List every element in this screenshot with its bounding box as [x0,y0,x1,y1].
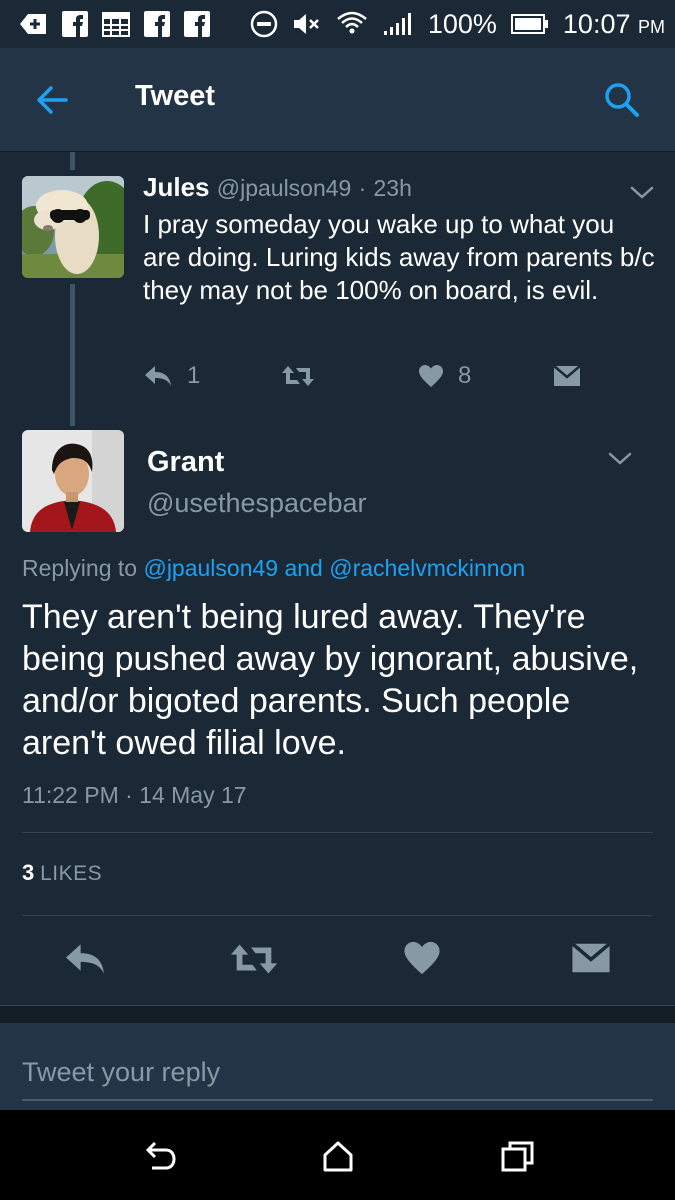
retweet-icon [282,366,314,386]
mention-link[interactable]: @rachelvmckinnon [329,555,525,581]
section-separator [0,1005,675,1023]
arrow-left-icon [37,86,68,114]
reply-count: 1 [187,362,201,389]
author-name[interactable]: Grant [147,446,224,479]
like-action[interactable]: 8 [418,360,471,392]
reply-tweet-header: Jules @jpaulson49 · 23h [143,172,412,203]
clock: 10:07 PM [562,8,665,39]
battery-icon [510,13,549,35]
divider [22,832,653,833]
calendar-icon [102,11,130,37]
do-not-disturb-icon [250,10,278,38]
divider [22,915,653,916]
reply-composer [0,1023,675,1110]
author-handle[interactable]: @jpaulson49 [217,175,352,201]
retweet-icon [230,944,278,974]
system-nav-bar [0,1110,675,1200]
tweet-menu-button[interactable] [606,448,634,468]
nav-home-button[interactable] [318,1138,358,1174]
facebook-icon [144,11,170,37]
retweet-action[interactable] [280,360,316,392]
likes-count: 3 [22,860,35,885]
envelope-icon [571,942,611,973]
search-icon [605,83,639,117]
system-icons: 100% 10:07 PM [250,9,665,40]
dm-action[interactable] [553,360,581,392]
profile-photo-image [22,430,124,532]
likes-label: LIKES [40,862,103,885]
tweet-time: 23h [373,175,412,201]
tweet-text: I pray someday you wake up to what you a… [143,209,655,305]
thread-line-bottom [70,284,75,426]
back-button[interactable] [32,80,72,120]
page-title: Tweet [135,80,216,112]
retweet-button[interactable] [228,940,280,983]
tweet-action-bar [0,940,675,984]
nav-recents-button[interactable] [498,1138,538,1174]
like-button[interactable] [403,940,441,981]
chevron-down-icon [608,452,632,465]
replying-prefix: Replying to [22,555,138,581]
reply-icon [145,366,171,386]
tweet-text: They aren't being lured away. They're be… [22,598,639,762]
tweet-menu-button[interactable] [628,182,656,202]
dm-button[interactable] [571,940,611,981]
mention-link[interactable]: @jpaulson49 [143,555,278,581]
app-header: Tweet [0,48,675,152]
recents-icon [501,1141,534,1172]
status-bar: 100% 10:07 PM [0,0,675,48]
reply-action[interactable]: 1 [143,360,200,392]
add-notification-icon [18,11,48,37]
avatar[interactable] [22,176,124,278]
facebook-icon [184,11,210,37]
back-icon [145,1141,176,1170]
like-count: 8 [458,362,472,389]
separator: · [358,175,367,201]
reply-icon [66,944,104,974]
heart-icon [404,941,440,975]
reply-input[interactable] [22,1045,653,1101]
tweet-timestamp: 11:22 PM · 14 May 17 [22,782,247,808]
author-handle[interactable]: @usethespacebar [147,488,367,519]
envelope-icon [553,365,581,386]
battery-percent: 100% [427,8,497,39]
thread-line-top [70,152,75,170]
likes-summary[interactable]: 3 LIKES [22,860,102,886]
llama-avatar-image [22,176,124,278]
mute-icon [292,11,322,37]
heart-icon [419,365,443,387]
home-icon [323,1141,353,1172]
search-button[interactable] [602,80,642,120]
replying-to-line: Replying to @jpaulson49 and @rachelvmcki… [22,555,525,582]
chevron-down-icon [630,186,654,199]
nav-back-button[interactable] [140,1138,180,1174]
facebook-icon [62,11,88,37]
signal-icon [382,11,414,37]
notification-icons [18,11,210,37]
author-name[interactable]: Jules [143,172,210,202]
reply-button[interactable] [63,940,107,983]
wifi-icon [336,10,368,38]
replying-and: and [284,555,323,581]
avatar[interactable] [22,430,124,532]
